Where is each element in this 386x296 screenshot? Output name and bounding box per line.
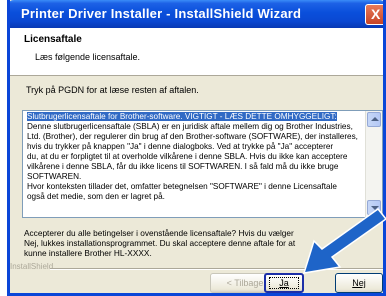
question-line: kunne installere Brother HL-XXXX. <box>24 248 152 258</box>
title-bar[interactable]: Printer Driver Installer - InstallShield… <box>10 0 383 28</box>
license-scrollbar[interactable] <box>365 111 382 217</box>
wizard-header: Licensaftale Læs følgende licensaftale. <box>10 28 383 76</box>
license-line: Denne slutbrugerlicensaftale (SBLA) er e… <box>27 122 353 131</box>
window-title: Printer Driver Installer - InstallShield… <box>21 6 302 21</box>
license-text[interactable]: Slutbrugerlicensaftale for Brother-softw… <box>27 112 365 202</box>
license-line: SOFTWAREN. <box>27 172 82 181</box>
installshield-label: InstallShield <box>10 262 54 271</box>
header-subtitle: Læs følgende licensaftale. <box>35 52 141 62</box>
instruction-text: Tryk på PGDN for at læse resten af aftal… <box>26 85 199 95</box>
close-button[interactable]: X <box>365 4 383 25</box>
header-title: Licensaftale <box>24 34 82 45</box>
license-line: Hvor konteksten tillader det, omfatter b… <box>27 182 337 191</box>
question-line: Accepterer du alle betingelser i ovenstå… <box>24 228 294 238</box>
back-button-label: < Tilbage <box>226 278 264 288</box>
license-text-box[interactable]: Slutbrugerlicensaftale for Brother-softw… <box>22 110 383 218</box>
yes-button[interactable]: Ja <box>264 273 304 293</box>
license-line: du, at du er forpligtet til at overholde… <box>27 152 348 161</box>
pointer-arrow-icon <box>302 207 386 274</box>
license-line: hvis du trykker på knappen "Ja" i denne … <box>27 142 334 151</box>
license-line: vilkårene i denne SBLA, får du ikke lice… <box>27 162 339 171</box>
license-line: Ltd. (Brother), der regulerer din brug a… <box>27 132 358 141</box>
license-line: også det medie, som den er lagret på. <box>27 192 165 201</box>
question-line: Nej, lukkes installationsprogrammet. Du … <box>24 238 296 248</box>
no-button-label: Nej <box>352 278 366 288</box>
scroll-up-button[interactable] <box>367 112 381 127</box>
close-icon: X <box>371 6 381 22</box>
license-line: Slutbrugerlicensaftale for Brother-softw… <box>27 112 337 121</box>
focus-rectangle <box>269 277 299 289</box>
no-button[interactable]: Nej <box>335 273 383 293</box>
